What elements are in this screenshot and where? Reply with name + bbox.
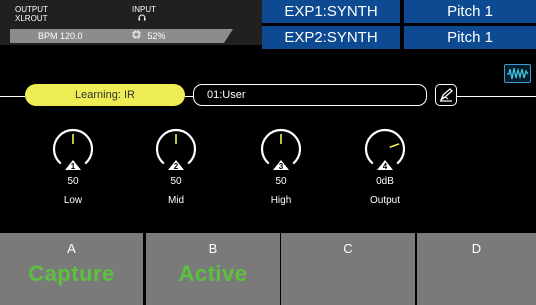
cpu-icon [132, 30, 144, 41]
footswitch-c[interactable]: C [281, 233, 415, 305]
knob-mid[interactable]: 2 50 Mid [146, 126, 206, 206]
knob-number: 1 [71, 162, 76, 171]
knob-number: 4 [383, 162, 388, 171]
footswitch-state: Active [178, 261, 248, 286]
output-section: OUTPUT XLROUT [15, 5, 48, 23]
knob-value: 50 [170, 176, 182, 187]
knob-number: 3 [279, 162, 284, 171]
footswitch-letter: D [471, 241, 482, 256]
knob-label: Low [63, 195, 83, 206]
knob-number: 2 [174, 162, 179, 171]
knob-dial: 1 [52, 128, 94, 171]
footswitch-state: Capture [28, 261, 115, 286]
divider-line-left [0, 96, 25, 97]
knob-label: Mid [167, 195, 185, 206]
bpm-readout: BPM 120.0 [38, 31, 83, 41]
headphones-icon [132, 14, 156, 23]
preset-name-field[interactable]: 01:User [193, 84, 427, 106]
knob-dial: 3 [260, 128, 302, 171]
output-label: OUTPUT [15, 5, 48, 14]
status-bar: BPM 120.0 52% [10, 29, 196, 43]
input-section: INPUT [132, 5, 156, 23]
knob-value: 50 [275, 176, 287, 187]
knob-label: High [270, 195, 292, 206]
footswitch-b[interactable]: B Active [146, 233, 280, 305]
input-label: INPUT [132, 5, 156, 14]
pencil-icon[interactable] [435, 84, 457, 106]
divider-line-mid [185, 96, 193, 97]
footswitch-letter: C [343, 241, 353, 256]
learning-button[interactable]: Learning: IR [25, 84, 185, 106]
exp2-assign-button[interactable]: EXP2:SYNTH [262, 26, 400, 49]
footswitch-letter: A [67, 241, 76, 256]
status-slant [196, 0, 262, 45]
footswitch-a[interactable]: A Capture [0, 233, 143, 305]
exp2-param-button[interactable]: Pitch 1 [404, 26, 536, 49]
knob-value: 0dB [376, 176, 394, 187]
output-value: XLROUT [15, 14, 48, 23]
cpu-readout: 52% [132, 29, 166, 43]
exp1-param-button[interactable]: Pitch 1 [404, 0, 536, 23]
knob-dial: 2 [155, 128, 197, 171]
exp1-assign-button[interactable]: EXP1:SYNTH [262, 0, 400, 23]
knob-label: Output [369, 195, 401, 206]
footswitch-d[interactable]: D [417, 233, 536, 305]
waveform-icon[interactable] [504, 64, 531, 83]
knob-output[interactable]: 4 0dB Output [355, 126, 415, 206]
knob-high[interactable]: 3 50 High [251, 126, 311, 206]
divider-line-right [457, 96, 536, 97]
knob-dial: 4 [364, 128, 406, 171]
footswitch-letter: B [208, 241, 218, 256]
knob-value: 50 [67, 176, 79, 187]
knob-low[interactable]: 1 50 Low [43, 126, 103, 206]
cpu-value: 52% [147, 31, 166, 41]
